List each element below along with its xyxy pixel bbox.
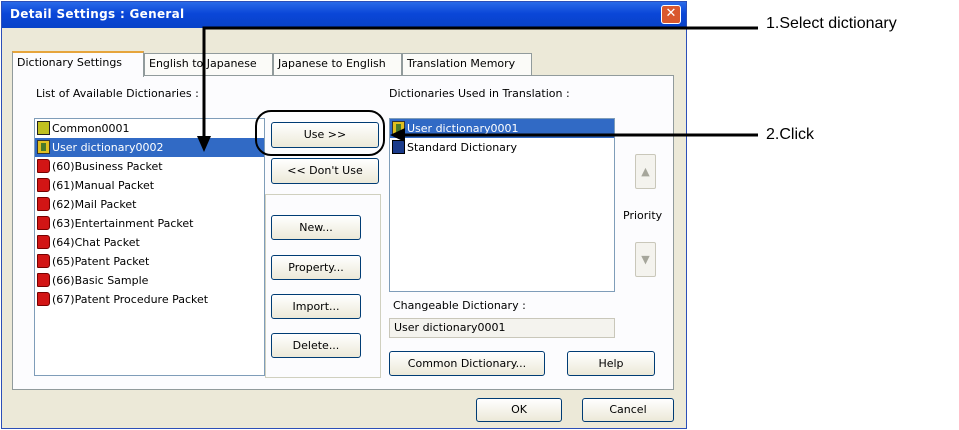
arrow-2-head (390, 128, 405, 142)
arrow-1-head (197, 136, 211, 152)
callout-select-dictionary: 1.Select dictionary (766, 15, 897, 32)
tab-label: Dictionary Settings (17, 56, 123, 69)
arrow-1-line (202, 26, 758, 140)
callout-click: 2.Click (766, 126, 815, 143)
tab-dictionary-settings[interactable]: Dictionary Settings (12, 51, 144, 77)
